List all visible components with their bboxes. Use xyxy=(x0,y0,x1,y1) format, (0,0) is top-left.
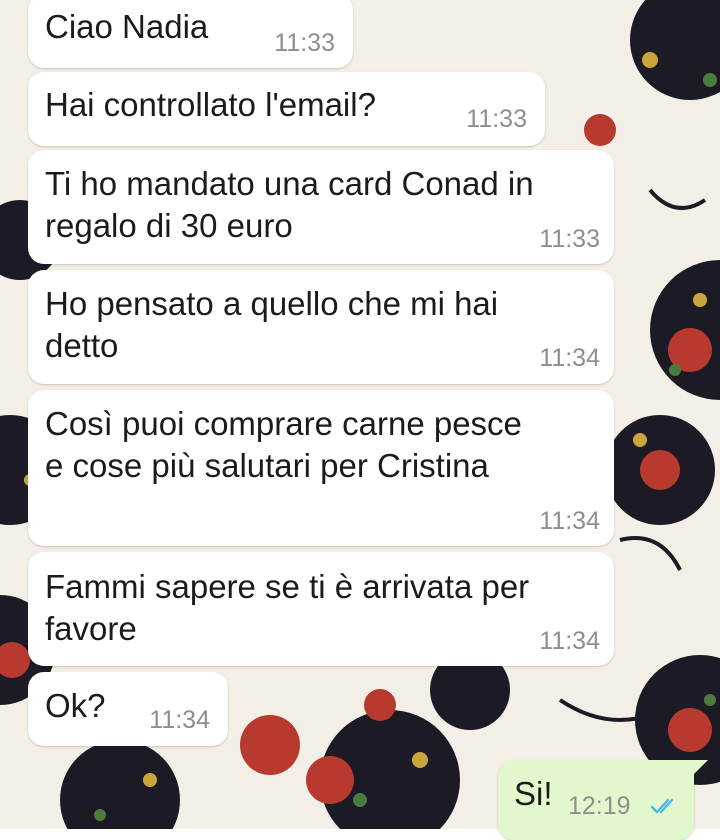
message-timestamp: 12:19 xyxy=(568,792,631,820)
incoming-message[interactable]: Hai controllato l'email? 11:33 xyxy=(28,72,545,146)
message-text: Ok? xyxy=(45,687,106,724)
message-text-line-2: detto xyxy=(45,327,119,364)
message-timestamp: 11:34 xyxy=(539,627,600,655)
double-check-icon xyxy=(650,798,674,814)
message-text-line-1: Così puoi comprare carne pesce xyxy=(45,405,522,442)
outgoing-message[interactable]: Si! 12:19 xyxy=(498,760,694,840)
incoming-message[interactable]: Ciao Nadia 11:33 xyxy=(28,0,353,68)
incoming-message[interactable]: Ti ho mandato una card Conad in regalo d… xyxy=(28,150,614,264)
message-text-line-1: Fammi sapere se ti è arrivata per xyxy=(45,568,530,605)
message-timestamp: 11:33 xyxy=(274,29,335,57)
message-text-line-1: Ti ho mandato una card Conad in xyxy=(45,165,534,202)
message-text: Hai controllato l'email? xyxy=(45,86,376,123)
message-timestamp: 11:33 xyxy=(466,105,527,133)
outgoing-bubble-tail xyxy=(694,760,708,774)
message-text-line-2: favore xyxy=(45,610,137,647)
incoming-message[interactable]: Ok? 11:34 xyxy=(28,672,228,746)
message-text: Si! xyxy=(514,775,553,812)
incoming-message[interactable]: Ho pensato a quello che mi hai detto 11:… xyxy=(28,270,614,384)
incoming-message[interactable]: Così puoi comprare carne pesce e cose pi… xyxy=(28,390,614,546)
message-timestamp: 11:34 xyxy=(149,706,210,734)
message-timestamp: 11:33 xyxy=(539,225,600,253)
message-text: Ciao Nadia xyxy=(45,8,209,45)
message-text-line-1: Ho pensato a quello che mi hai xyxy=(45,285,499,322)
message-timestamp: 11:34 xyxy=(539,344,600,372)
incoming-message[interactable]: Fammi sapere se ti è arrivata per favore… xyxy=(28,552,614,666)
message-timestamp: 11:34 xyxy=(539,507,600,535)
message-text-line-2: regalo di 30 euro xyxy=(45,207,293,244)
message-text-line-2: e cose più salutari per Cristina xyxy=(45,447,489,484)
